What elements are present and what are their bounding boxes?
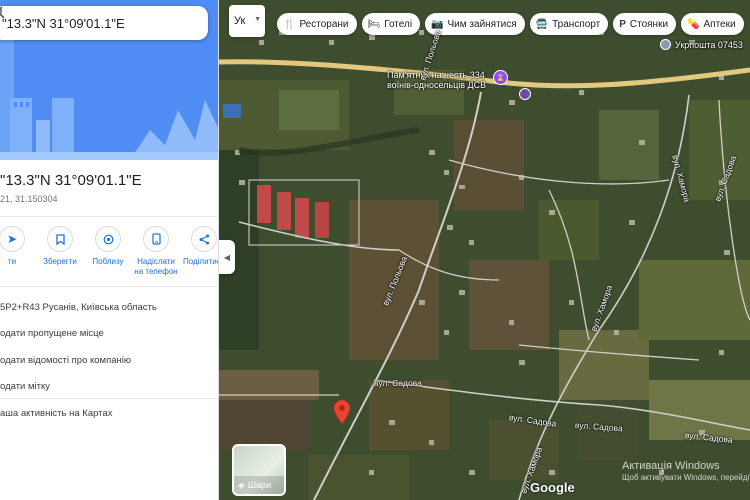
route-icon: ➤ bbox=[0, 226, 25, 252]
add-business-link[interactable]: одати відомості про компанію bbox=[0, 355, 131, 366]
chip-pharmacies[interactable]: 💊 Аптеки bbox=[681, 13, 744, 35]
plus-code-row[interactable]: 5P2+R43 Русанів, Київська область bbox=[0, 302, 157, 313]
language-button[interactable]: Ук ▼ bbox=[229, 5, 265, 37]
search-input[interactable]: "13.3"N 31°09'01.1"E bbox=[0, 16, 148, 31]
close-icon[interactable] bbox=[0, 6, 208, 38]
share-label: Поділитися bbox=[182, 257, 218, 266]
search-icon[interactable] bbox=[0, 7, 178, 38]
layers-button[interactable]: ◈ Шари bbox=[232, 444, 286, 496]
add-missing-place-link[interactable]: одати пропущене місце bbox=[0, 328, 104, 339]
poi-marker[interactable] bbox=[519, 88, 531, 100]
transit-icon: 🚍 bbox=[535, 18, 549, 30]
send-to-phone-button[interactable]: Надіслати на телефон bbox=[132, 226, 180, 277]
chip-label: Чим зайнятися bbox=[447, 18, 517, 30]
collapse-panel-button[interactable]: ◀ bbox=[219, 240, 235, 274]
chip-parking[interactable]: P Стоянки bbox=[613, 13, 677, 35]
layers-icon: ◈ bbox=[238, 479, 245, 490]
place-hero-image: "13.3"N 31°09'01.1"E bbox=[0, 0, 218, 160]
directions-label: ти bbox=[7, 257, 17, 266]
save-label: Зберегти bbox=[43, 257, 77, 266]
share-button[interactable]: Поділитися bbox=[180, 226, 218, 277]
chip-label: Аптеки bbox=[703, 18, 736, 30]
windows-activation-watermark: Активація Windows Щоб активувати Windows… bbox=[622, 460, 750, 484]
nearby-label: Поблизу bbox=[92, 257, 124, 266]
camera-icon: 📷 bbox=[431, 18, 444, 30]
maps-activity-link[interactable]: аша активність на Картах bbox=[0, 408, 112, 419]
chip-label: Стоянки bbox=[629, 18, 669, 30]
street-label: вул. Садова bbox=[374, 378, 422, 388]
bookmark-icon bbox=[47, 226, 73, 252]
share-icon bbox=[191, 226, 217, 252]
watermark-line1: Активація Windows bbox=[622, 460, 720, 472]
action-bar: ➤ ти Зберегти Поблизу Надіслати на телеф… bbox=[0, 226, 218, 277]
parking-icon: P bbox=[619, 18, 626, 30]
send-to-phone-icon bbox=[143, 226, 169, 252]
chip-hotels[interactable]: 🛏 Готелі bbox=[361, 13, 421, 35]
divider bbox=[0, 398, 218, 399]
chip-label: Транспорт bbox=[552, 18, 601, 30]
divider bbox=[0, 216, 218, 217]
nearby-icon bbox=[95, 226, 121, 252]
layers-label-row: ◈ Шари bbox=[234, 476, 284, 494]
search-box[interactable]: "13.3"N 31°09'01.1"E bbox=[0, 6, 208, 40]
category-chips: 🍴 Ресторани 🛏 Готелі 📷 Чим зайнятися 🚍 Транс… bbox=[277, 13, 744, 35]
monument-label-line2[interactable]: воїнів-односельців ДСВ bbox=[387, 80, 486, 90]
divider bbox=[0, 286, 218, 287]
monument-marker[interactable]: ⌛ bbox=[493, 70, 508, 85]
location-pin-icon[interactable] bbox=[333, 399, 351, 429]
place-title: "13.3"N 31°09'01.1"E bbox=[0, 172, 142, 189]
google-logo: Google bbox=[530, 480, 575, 495]
send-to-phone-label: Надіслати на телефон bbox=[134, 257, 178, 276]
chip-transit[interactable]: 🚍 Транспорт bbox=[529, 13, 609, 35]
layers-label: Шари bbox=[247, 480, 272, 490]
nearby-button[interactable]: Поблизу bbox=[84, 226, 132, 277]
chip-label: Ресторани bbox=[299, 18, 349, 30]
place-coordinates: 21, 31.150304 bbox=[0, 194, 58, 204]
post-office-marker[interactable] bbox=[660, 39, 671, 50]
chip-restaurants[interactable]: 🍴 Ресторани bbox=[277, 13, 357, 35]
watermark-line2: Щоб активувати Windows, перейдіть до bbox=[622, 473, 750, 482]
restaurant-icon: 🍴 bbox=[283, 18, 296, 30]
post-office-label[interactable]: Укрпошта 07453 bbox=[675, 40, 743, 50]
save-button[interactable]: Зберегти bbox=[36, 226, 84, 277]
hotel-icon: 🛏 bbox=[367, 18, 381, 30]
chevron-down-icon: ▼ bbox=[254, 16, 261, 23]
pharmacy-icon: 💊 bbox=[687, 18, 700, 30]
satellite-map[interactable]: ◀ Ук ▼ 🍴 Ресторани 🛏 Готелі 📷 Чим зайнятися… bbox=[219, 0, 750, 500]
place-panel: "13.3"N 31°09'01.1"E "13.3"N 31°09'01.1"… bbox=[0, 0, 219, 500]
monument-label-line1[interactable]: Пам'ятник на честь 334 bbox=[387, 70, 485, 80]
maps-app: "13.3"N 31°09'01.1"E "13.3"N 31°09'01.1"… bbox=[0, 0, 750, 500]
directions-button[interactable]: ➤ ти bbox=[0, 226, 36, 277]
language-label: Ук bbox=[234, 15, 246, 27]
add-label-link[interactable]: одати мітку bbox=[0, 381, 50, 392]
chip-label: Готелі bbox=[384, 18, 413, 30]
